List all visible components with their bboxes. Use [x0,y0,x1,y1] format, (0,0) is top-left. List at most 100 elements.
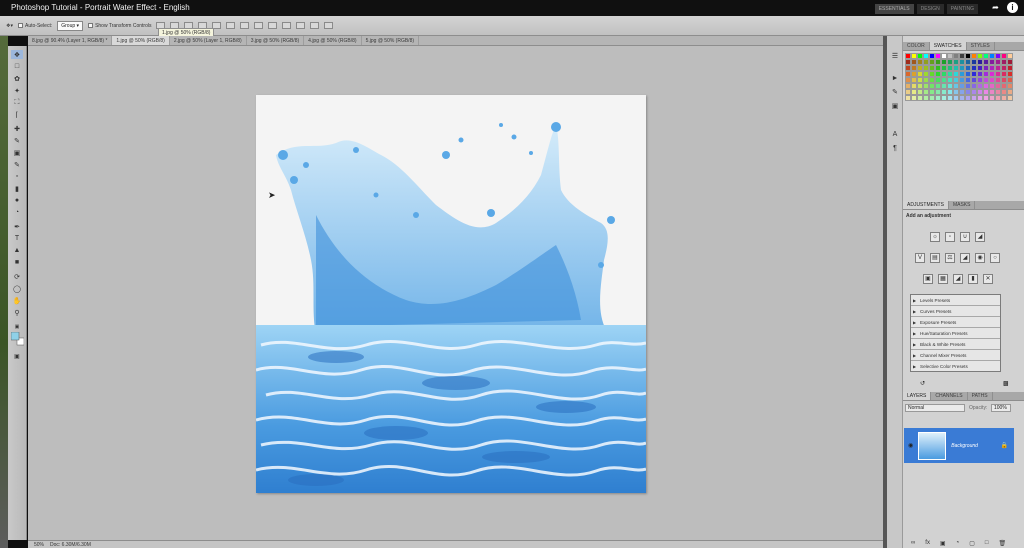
dodge-tool-icon[interactable]: ◔ [11,208,23,217]
auto-select[interactable]: Auto-Select: [18,23,52,29]
gradient-map-icon[interactable]: ▮ [968,274,978,284]
default-colors-icon[interactable]: ▣ [11,322,23,331]
invert-icon[interactable]: ▣ [923,274,933,284]
zoom-level[interactable]: 50% [34,542,44,548]
preset-black-white[interactable]: Black & White Presets [911,339,1000,350]
history-panel-icon[interactable]: ☰ [890,52,900,61]
move-tool-icon[interactable]: ❖ [11,50,23,59]
eyedropper-tool-icon[interactable]: ⌈ [11,110,23,119]
layer-row-background[interactable]: ◉ Background 🔒 [904,428,1014,463]
crop-tool-icon[interactable]: ⛶ [11,98,23,107]
tab-swatches[interactable]: SWATCHES [929,42,967,50]
3d-rotate-tool-icon[interactable]: ⟳ [11,272,23,281]
fg-bg-color-icon[interactable] [11,332,24,346]
levels-icon[interactable]: ▫ [945,232,955,242]
blur-tool-icon[interactable]: ● [11,196,23,205]
distribute-bottom-icon[interactable] [268,22,278,29]
new-adjustment-icon[interactable]: ◔ [956,540,960,547]
vibrance-icon[interactable]: V [915,253,925,263]
paragraph-panel-icon[interactable]: ¶ [890,144,900,153]
shape-tool-icon[interactable]: ■ [11,258,23,267]
doc-tab[interactable]: 3.jpg @ 50% (RGB/8) [247,36,305,45]
channel-mixer-icon[interactable]: ○ [990,253,1000,263]
preset-selective-color[interactable]: Selective Color Presets [911,361,1000,372]
distribute-right-icon[interactable] [310,22,320,29]
quick-select-tool-icon[interactable]: ✦ [11,86,23,95]
add-mask-icon[interactable]: ▣ [940,540,946,547]
blend-mode-dropdown[interactable]: Normal [905,404,965,412]
distribute-left-icon[interactable] [282,22,292,29]
share-icon[interactable]: ➦ [990,2,1001,13]
marquee-tool-icon[interactable]: □ [11,62,23,71]
opacity-field[interactable]: 100% [991,404,1011,412]
distribute-middle-icon[interactable] [254,22,264,29]
preset-levels[interactable]: Levels Presets [911,295,1000,306]
auto-select-dropdown[interactable]: Group ▾ [57,20,84,31]
tab-color[interactable]: COLOR [903,42,930,50]
doc-tab[interactable]: 5.jpg @ 50% (RGB/8) [362,36,420,45]
preset-exposure[interactable]: Exposure Presets [911,317,1000,328]
distribute-center-icon[interactable] [296,22,306,29]
photo-filter-icon[interactable]: ◉ [975,253,985,263]
pen-tool-icon[interactable]: ✒ [11,222,23,231]
healing-brush-tool-icon[interactable]: ✚ [11,124,23,133]
info-icon[interactable]: i [1007,2,1018,13]
path-select-tool-icon[interactable]: ▲ [11,246,23,255]
tab-paths[interactable]: PATHS [968,392,993,400]
doc-tab-active[interactable]: 1.jpg @ 50% (RGB/8) [112,36,170,45]
align-right-icon[interactable] [226,22,236,29]
lasso-tool-icon[interactable]: ✿ [11,74,23,83]
expand-view-icon[interactable]: ▩ [1003,380,1009,387]
hand-tool-icon[interactable]: ✋ [11,296,23,305]
clone-source-panel-icon[interactable]: ▣ [890,102,900,111]
return-to-list-icon[interactable]: ↺ [920,380,925,387]
selective-color-icon[interactable]: ✕ [983,274,993,284]
gradient-tool-icon[interactable]: ▮ [11,184,23,193]
preset-curves[interactable]: Curves Presets [911,306,1000,317]
document-canvas[interactable] [256,95,646,493]
clone-stamp-tool-icon[interactable]: ▣ [11,148,23,157]
swatch-grid[interactable] [905,53,1013,101]
brush-tool-icon[interactable]: ✎ [11,136,23,145]
doc-tab[interactable]: 4.jpg @ 50% (RGB/8) [304,36,362,45]
zoom-tool-icon[interactable]: ⚲ [11,308,23,317]
show-transform-checkbox[interactable] [88,23,94,28]
move-tool-preset-icon[interactable]: ❖▾ [6,23,13,29]
doc-tab[interactable]: 2.jpg @ 50% (Layer 1, RGB/8) [170,36,247,45]
auto-align-icon[interactable] [324,22,334,29]
delete-layer-icon[interactable]: 🗑 [999,540,1007,547]
eraser-tool-icon[interactable]: ▫ [11,172,23,181]
actions-panel-icon[interactable]: ► [890,74,900,83]
brushes-panel-icon[interactable]: ✎ [890,88,900,97]
history-brush-tool-icon[interactable]: ✎ [11,160,23,169]
new-layer-icon[interactable]: □ [985,540,989,547]
tab-channels[interactable]: CHANNELS [931,392,968,400]
hue-saturation-icon[interactable]: ▤ [930,253,940,263]
curves-icon[interactable]: ∪ [960,232,970,242]
layer-style-icon[interactable]: fx [925,540,930,547]
show-transform[interactable]: Show Transform Controls [88,23,151,29]
preset-channel-mixer[interactable]: Channel Mixer Presets [911,350,1000,361]
workspace-essentials[interactable]: ESSENTIALS [874,4,914,14]
workspace-painting[interactable]: PAINTING [946,4,978,14]
visibility-eye-icon[interactable]: ◉ [908,442,913,449]
character-panel-icon[interactable]: A [890,130,900,139]
tab-styles[interactable]: STYLES [967,42,995,50]
3d-orbit-tool-icon[interactable]: ◯ [11,284,23,293]
swatch-cell[interactable] [1007,95,1013,101]
distribute-top-icon[interactable] [240,22,250,29]
preset-hue-saturation[interactable]: Hue/Saturation Presets [911,328,1000,339]
type-tool-icon[interactable]: T [11,234,23,243]
color-balance-icon[interactable]: ⚖ [945,253,955,263]
exposure-icon[interactable]: ◢ [975,232,985,242]
brightness-contrast-icon[interactable]: ☼ [930,232,940,242]
black-white-icon[interactable]: ◢ [960,253,970,263]
tab-masks[interactable]: MASKS [949,201,976,209]
posterize-icon[interactable]: ▦ [938,274,948,284]
auto-select-checkbox[interactable] [18,23,23,28]
quick-mask-icon[interactable]: ▣ [11,352,23,361]
tab-adjustments[interactable]: ADJUSTMENTS [903,201,949,209]
threshold-icon[interactable]: ◢ [953,274,963,284]
color-swatches-icon[interactable] [11,332,24,346]
tab-layers[interactable]: LAYERS [903,392,932,400]
